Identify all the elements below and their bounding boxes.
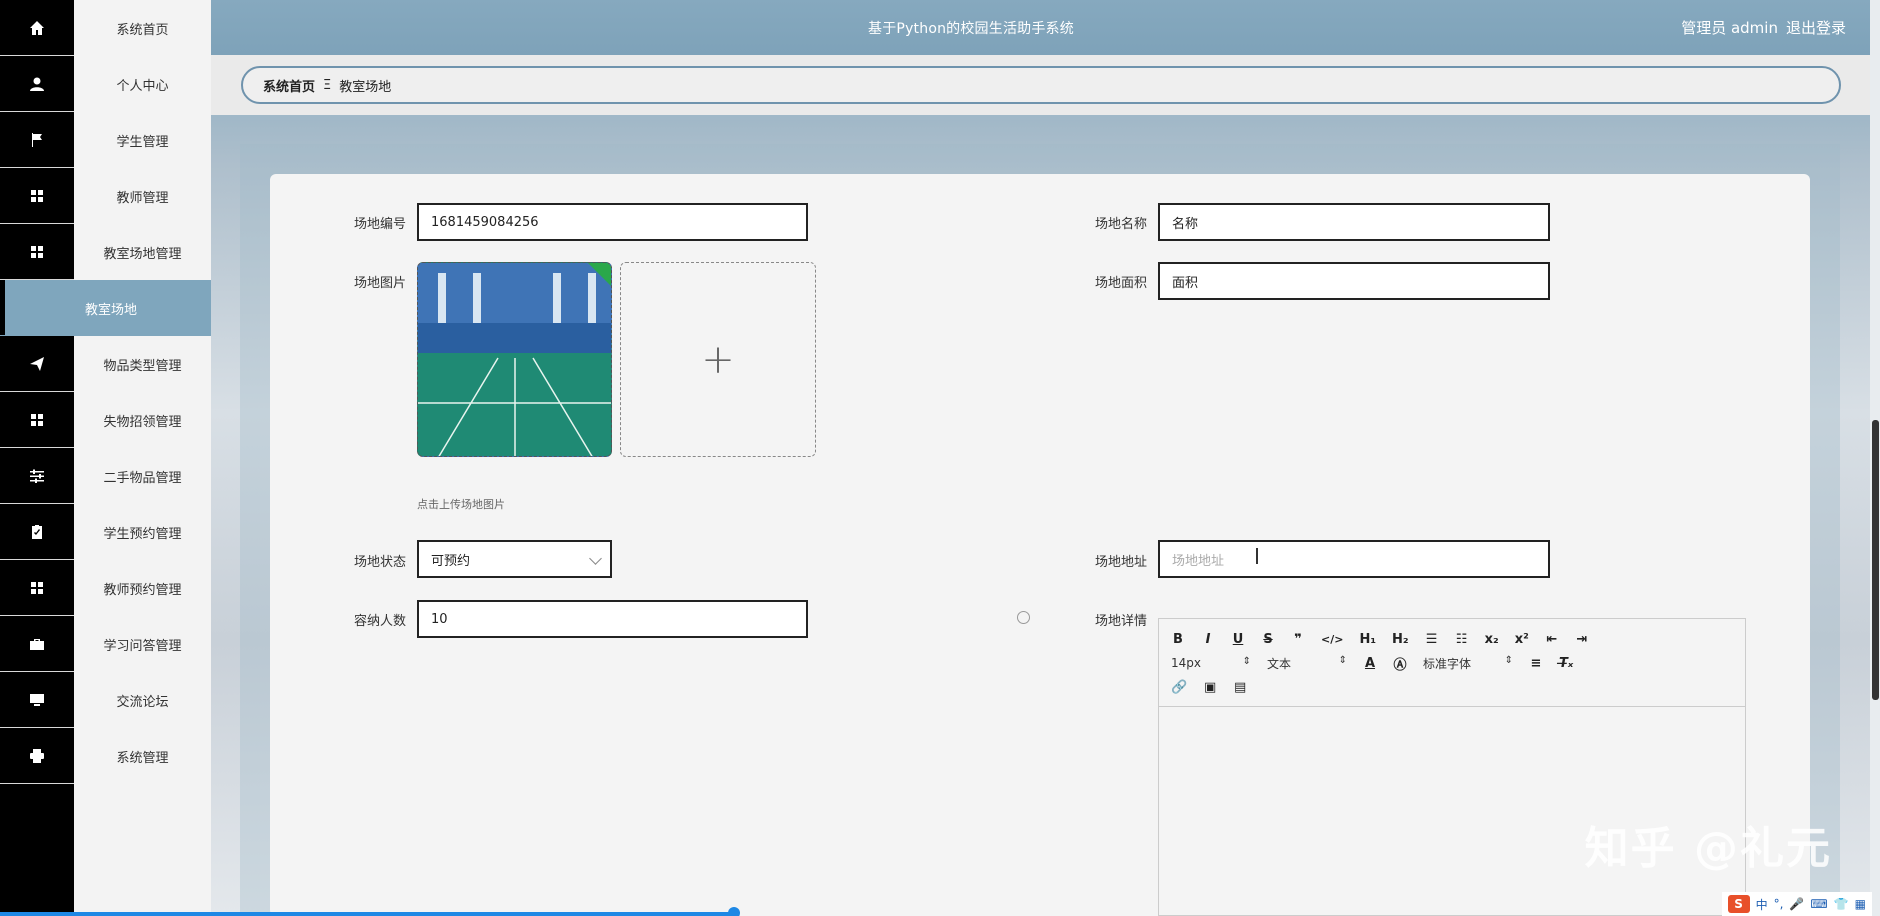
font-family-select[interactable]: 标准字体 bbox=[1423, 655, 1513, 672]
breadcrumb-bar: 系统首页 Ξ 教室场地 bbox=[211, 55, 1871, 115]
flag-icon[interactable] bbox=[0, 112, 74, 168]
video-progress-bar[interactable] bbox=[0, 912, 735, 916]
paper-plane-icon[interactable] bbox=[0, 336, 74, 392]
status-select[interactable]: 可预约 bbox=[417, 540, 612, 578]
app-title: 基于Python的校园生活助手系统 bbox=[868, 20, 1074, 37]
breadcrumb-home[interactable]: 系统首页 bbox=[263, 76, 315, 95]
ime-toolbar[interactable]: S 中 °, 🎤 ⌨ 👕 ▦ bbox=[1721, 892, 1872, 916]
video-icon[interactable]: ▤ bbox=[1233, 680, 1247, 695]
breadcrumb: 系统首页 Ξ 教室场地 bbox=[241, 66, 1841, 104]
grid-icon[interactable] bbox=[0, 168, 74, 224]
name-field[interactable]: 名称 bbox=[1158, 203, 1550, 241]
code-field[interactable]: 1681459084256 bbox=[417, 203, 808, 241]
editor-toolbar: B I U S ❞ </> H₁ H₂ ☰ ☷ x₂ x² ⇤ ⇥ 14px 文… bbox=[1159, 619, 1745, 707]
sidebar-item-forum[interactable]: 交流论坛 bbox=[74, 672, 211, 728]
sidebar-item-qa[interactable]: 学习问答管理 bbox=[74, 616, 211, 672]
venue-image-preview[interactable] bbox=[417, 262, 612, 457]
monitor-icon[interactable] bbox=[0, 672, 74, 728]
top-header: 基于Python的校园生活助手系统 管理员 admin 退出登录 bbox=[211, 0, 1871, 55]
background-color-icon[interactable]: Ⓐ bbox=[1393, 654, 1407, 673]
upload-hint: 点击上传场地图片 bbox=[417, 498, 505, 511]
capacity-field[interactable]: 10 bbox=[417, 600, 808, 638]
sidebar-item-system[interactable]: 系统管理 bbox=[74, 728, 211, 784]
h1-icon[interactable]: H₁ bbox=[1359, 632, 1376, 647]
font-size-select[interactable]: 14px bbox=[1171, 656, 1251, 670]
sidebar-item-home[interactable]: 系统首页 bbox=[74, 0, 211, 56]
printer-icon[interactable] bbox=[0, 728, 74, 784]
breadcrumb-current: 教室场地 bbox=[339, 79, 392, 95]
subscript-icon[interactable]: x₂ bbox=[1485, 632, 1499, 647]
area-label: 场地面积 bbox=[1094, 276, 1147, 291]
sliders-icon[interactable] bbox=[0, 448, 74, 504]
indent-icon[interactable]: ⇥ bbox=[1575, 632, 1589, 647]
scrollbar-thumb[interactable] bbox=[1872, 420, 1879, 700]
sidebar-subitem-venue[interactable]: 教室场地 bbox=[5, 280, 211, 336]
ordered-list-icon[interactable]: ☰ bbox=[1425, 632, 1439, 647]
capacity-label: 容纳人数 bbox=[353, 614, 406, 629]
status-value: 可预约 bbox=[431, 553, 471, 569]
status-label: 场地状态 bbox=[353, 555, 406, 570]
upload-add-button[interactable]: + bbox=[620, 262, 816, 457]
punctuation-icon[interactable]: °, bbox=[1774, 897, 1784, 911]
vertical-scrollbar[interactable] bbox=[1870, 0, 1880, 916]
sidebar-menu: 系统首页 个人中心 学生管理 教师管理 教室场地管理 教室场地 物品类型管理 失… bbox=[5, 0, 211, 916]
font-color-icon[interactable]: A bbox=[1363, 656, 1377, 671]
block-type-select[interactable]: 文本 bbox=[1267, 655, 1347, 672]
address-label: 场地地址 bbox=[1094, 555, 1147, 570]
watermark-text: 知乎 @礼元 bbox=[1584, 823, 1832, 874]
code-label: 场地编号 bbox=[353, 217, 406, 232]
user-icon[interactable] bbox=[0, 56, 74, 112]
clipboard-icon[interactable] bbox=[0, 504, 74, 560]
sidebar-item-venue-management[interactable]: 教室场地管理 bbox=[74, 224, 211, 280]
sidebar-item-item-types[interactable]: 物品类型管理 bbox=[74, 336, 211, 392]
bullet-list-icon[interactable]: ☷ bbox=[1455, 632, 1469, 647]
icon-rail bbox=[0, 0, 74, 916]
ime-lang[interactable]: 中 bbox=[1756, 896, 1768, 913]
outdent-icon[interactable]: ⇤ bbox=[1545, 632, 1559, 647]
chevron-down-icon bbox=[589, 552, 602, 565]
shirt-icon[interactable]: 👕 bbox=[1834, 897, 1849, 911]
sidebar-item-second-hand[interactable]: 二手物品管理 bbox=[74, 448, 211, 504]
sidebar-item-teacher-booking[interactable]: 教师预约管理 bbox=[74, 560, 211, 616]
keyboard-icon[interactable]: ⌨ bbox=[1810, 897, 1827, 911]
user-area: 管理员 admin 退出登录 bbox=[1681, 0, 1846, 55]
home-icon[interactable] bbox=[0, 0, 74, 56]
text-cursor-icon bbox=[1256, 548, 1258, 564]
sidebar-item-profile[interactable]: 个人中心 bbox=[74, 56, 211, 112]
breadcrumb-separator: Ξ bbox=[323, 77, 332, 93]
sidebar-item-students[interactable]: 学生管理 bbox=[74, 112, 211, 168]
superscript-icon[interactable]: x² bbox=[1515, 632, 1529, 647]
clear-format-icon[interactable]: T̶ₓ bbox=[1559, 656, 1573, 671]
briefcase-icon[interactable] bbox=[0, 616, 74, 672]
blockquote-icon[interactable]: ❞ bbox=[1291, 632, 1305, 647]
h2-icon[interactable]: H₂ bbox=[1392, 632, 1409, 647]
grid-icon[interactable] bbox=[0, 224, 74, 280]
name-label: 场地名称 bbox=[1094, 217, 1147, 232]
grid-icon[interactable] bbox=[0, 560, 74, 616]
sidebar-item-teachers[interactable]: 教师管理 bbox=[74, 168, 211, 224]
address-field[interactable]: 场地地址 bbox=[1158, 540, 1550, 578]
detail-label: 场地详情 bbox=[1094, 614, 1147, 629]
strike-icon[interactable]: S bbox=[1261, 632, 1275, 647]
grid-icon[interactable] bbox=[0, 392, 74, 448]
area-field[interactable]: 面积 bbox=[1158, 262, 1550, 300]
align-icon[interactable]: ≡ bbox=[1529, 656, 1543, 671]
microphone-icon[interactable]: 🎤 bbox=[1789, 897, 1804, 911]
image-label: 场地图片 bbox=[353, 276, 406, 291]
sidebar-item-student-booking[interactable]: 学生预约管理 bbox=[74, 504, 211, 560]
underline-icon[interactable]: U bbox=[1231, 632, 1245, 647]
clear-circle-icon[interactable] bbox=[1017, 611, 1030, 624]
user-label: 管理员 admin bbox=[1681, 19, 1778, 37]
grid-icon[interactable]: ▦ bbox=[1855, 897, 1866, 911]
sidebar-item-lost-found[interactable]: 失物招领管理 bbox=[74, 392, 211, 448]
code-icon[interactable]: </> bbox=[1321, 633, 1343, 646]
logout-link[interactable]: 退出登录 bbox=[1786, 17, 1846, 38]
progress-handle[interactable] bbox=[728, 907, 740, 916]
sogou-icon[interactable]: S bbox=[1727, 895, 1750, 913]
link-icon[interactable]: 🔗 bbox=[1171, 680, 1187, 695]
image-icon[interactable]: ▣ bbox=[1203, 680, 1217, 695]
bold-icon[interactable]: B bbox=[1171, 632, 1185, 647]
italic-icon[interactable]: I bbox=[1201, 632, 1215, 647]
